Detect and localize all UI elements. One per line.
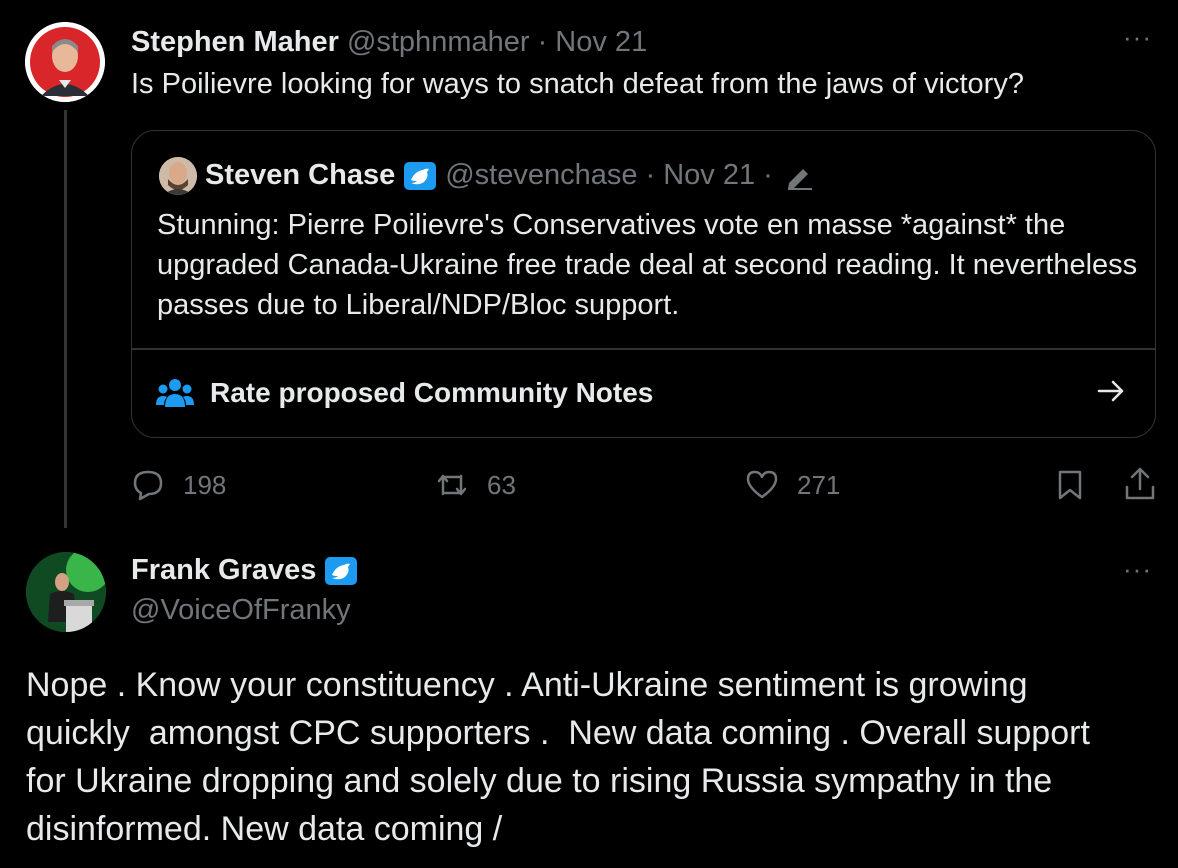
verified-badge-icon xyxy=(325,556,358,585)
author-name[interactable]: Frank Graves xyxy=(131,554,316,587)
tweet-text: Is Poilievre looking for ways to snatch … xyxy=(131,68,1024,100)
share-icon[interactable] xyxy=(1123,466,1157,502)
author-handle[interactable]: @stevenchase xyxy=(445,159,637,192)
avatar[interactable] xyxy=(26,552,106,632)
author-handle[interactable]: @stphnmaher xyxy=(347,26,530,58)
reply-button[interactable]: 198 xyxy=(131,468,226,502)
thread-line xyxy=(64,110,67,545)
more-options-icon[interactable]: ··· xyxy=(1123,554,1152,585)
reply-icon xyxy=(133,470,163,501)
repost-button[interactable]: 63 xyxy=(435,468,516,502)
quote-header: Steven Chase @stevenchase · Nov 21 · xyxy=(205,159,815,192)
edited-pencil-icon[interactable] xyxy=(783,161,815,191)
main-tweet[interactable]: Frank Graves @VoiceOfFranky ··· Nope . K… xyxy=(0,528,1178,868)
community-notes-label: Rate proposed Community Notes xyxy=(210,377,654,408)
tweet-date[interactable]: · Nov 21 · xyxy=(645,159,772,192)
like-button[interactable]: 271 xyxy=(745,468,840,502)
repost-icon xyxy=(437,474,467,496)
avatar[interactable] xyxy=(25,22,105,102)
reply-count: 198 xyxy=(183,469,227,500)
author-name[interactable]: Steven Chase xyxy=(205,159,395,192)
more-options-icon[interactable]: ··· xyxy=(1123,22,1152,53)
tweet-header: Stephen Maher @stphnmaher · Nov 21 xyxy=(131,26,647,59)
community-notes-button[interactable]: Rate proposed Community Notes xyxy=(132,349,1155,437)
repost-count: 63 xyxy=(487,469,516,500)
bookmark-icon[interactable] xyxy=(1053,468,1087,502)
author-name-row: Frank Graves xyxy=(131,554,358,587)
verified-badge-icon xyxy=(404,161,437,190)
heart-icon xyxy=(746,470,778,499)
tweet-text: Nope . Know your constituency . Anti-Ukr… xyxy=(26,666,1090,848)
quoted-tweet[interactable]: Steven Chase @stevenchase · Nov 21 · Stu… xyxy=(131,130,1156,438)
like-count: 271 xyxy=(797,469,841,500)
arrow-right-icon xyxy=(1097,380,1124,402)
avatar[interactable] xyxy=(159,157,197,195)
community-notes-icon xyxy=(156,379,194,407)
tweet-date[interactable]: · Nov 21 xyxy=(538,26,648,58)
author-name[interactable]: Stephen Maher xyxy=(131,26,339,58)
quoted-tweet-text: Stunning: Pierre Poilievre's Conservativ… xyxy=(157,209,1138,321)
parent-tweet[interactable]: Stephen Maher @stphnmaher · Nov 21 ··· I… xyxy=(0,0,1178,545)
author-handle[interactable]: @VoiceOfFranky xyxy=(131,594,351,627)
